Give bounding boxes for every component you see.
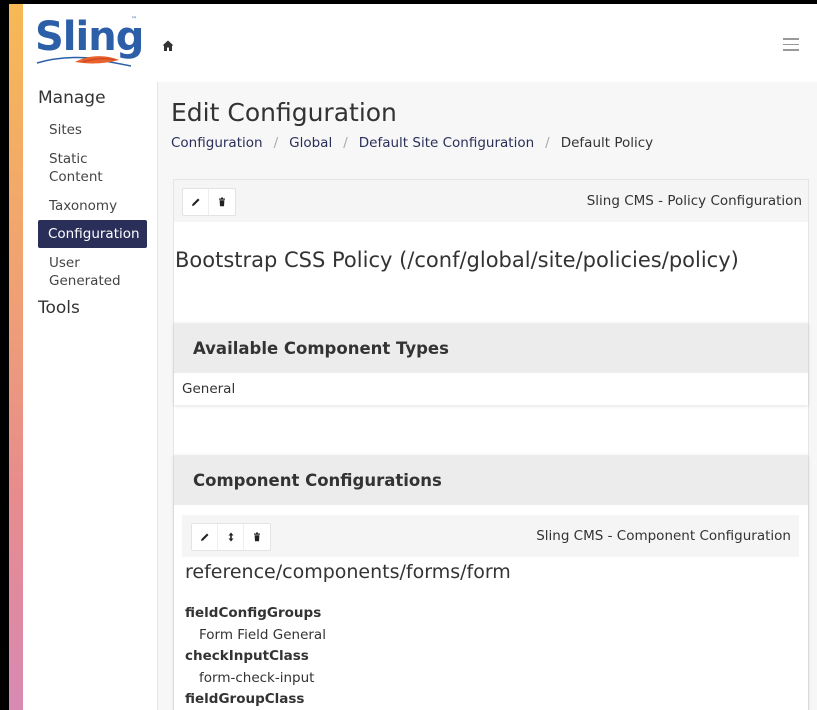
property-key: fieldGroupClass bbox=[185, 691, 305, 707]
policy-actions bbox=[182, 188, 236, 216]
policy-component-label: Sling CMS - Policy Configuration bbox=[586, 193, 802, 209]
move-button[interactable] bbox=[218, 524, 244, 550]
edit-button[interactable] bbox=[183, 189, 209, 215]
app-window: Sling ™ Manage Sites Static Content Taxo… bbox=[9, 4, 817, 710]
delete-button[interactable] bbox=[209, 189, 235, 215]
accent-stripe bbox=[9, 4, 23, 710]
sidebar-item-taxonomy[interactable]: Taxonomy bbox=[23, 192, 157, 220]
policy-title: Bootstrap CSS Policy (/conf/global/site/… bbox=[175, 248, 739, 272]
component-path: reference/components/forms/form bbox=[185, 561, 511, 583]
sling-logo[interactable]: Sling ™ bbox=[35, 14, 144, 68]
sidebar: Manage Sites Static Content Taxonomy Con… bbox=[23, 82, 158, 710]
trash-icon bbox=[219, 197, 225, 207]
breadcrumb-configuration[interactable]: Configuration bbox=[171, 135, 263, 151]
hamburger-menu-icon[interactable] bbox=[783, 38, 799, 52]
logo-trademark: ™ bbox=[131, 16, 137, 23]
policy-toolbar: Sling CMS - Policy Configuration bbox=[174, 180, 808, 222]
card-header: Component Configurations bbox=[174, 455, 808, 505]
property-value: Form Field General bbox=[199, 626, 326, 643]
breadcrumb-global[interactable]: Global bbox=[289, 135, 332, 151]
breadcrumb-separator: / bbox=[343, 135, 348, 151]
sidebar-item-sites[interactable]: Sites bbox=[23, 116, 157, 144]
component-type-value: General bbox=[182, 381, 236, 397]
home-icon[interactable] bbox=[161, 39, 175, 53]
breadcrumb-default-site-configuration[interactable]: Default Site Configuration bbox=[359, 135, 534, 151]
delete-button[interactable] bbox=[244, 524, 270, 550]
top-navbar: Sling ™ bbox=[23, 4, 817, 82]
pencil-icon bbox=[200, 533, 208, 541]
breadcrumb-current: Default Policy bbox=[560, 135, 654, 151]
sidebar-heading-tools[interactable]: Tools bbox=[23, 296, 157, 330]
property-key: fieldConfigGroups bbox=[185, 605, 322, 621]
component-actions bbox=[191, 523, 271, 551]
pencil-icon bbox=[191, 198, 199, 206]
logo-feather-icon bbox=[36, 56, 132, 67]
breadcrumb: Configuration / Global / Default Site Co… bbox=[171, 135, 653, 151]
property-value: form-check-input bbox=[199, 669, 315, 686]
component-properties: fieldConfigGroups Form Field General che… bbox=[185, 603, 326, 710]
sidebar-item-configuration[interactable]: Configuration bbox=[38, 220, 147, 248]
policy-panel: Sling CMS - Policy Configuration Bootstr… bbox=[173, 179, 809, 710]
available-component-types-card: Available Component Types General bbox=[174, 323, 808, 405]
edit-button[interactable] bbox=[192, 524, 218, 550]
up-down-arrows-icon bbox=[228, 532, 233, 542]
breadcrumb-separator: / bbox=[545, 135, 550, 151]
component-configurations-card: Component Configurations Sling CMS - Com… bbox=[174, 455, 808, 710]
component-config-label: Sling CMS - Component Configuration bbox=[536, 528, 791, 544]
sidebar-item-user-generated[interactable]: User Generated bbox=[23, 248, 133, 296]
page-title: Edit Configuration bbox=[171, 98, 397, 127]
component-toolbar: Sling CMS - Component Configuration bbox=[182, 515, 799, 557]
breadcrumb-separator: / bbox=[273, 135, 279, 151]
card-header: Available Component Types bbox=[174, 323, 808, 373]
trash-icon bbox=[254, 532, 260, 542]
main-content: Edit Configuration Configuration / Globa… bbox=[158, 82, 817, 710]
sidebar-item-static-content[interactable]: Static Content bbox=[23, 144, 133, 192]
property-key: checkInputClass bbox=[185, 648, 309, 664]
sidebar-heading-manage: Manage bbox=[38, 88, 106, 108]
